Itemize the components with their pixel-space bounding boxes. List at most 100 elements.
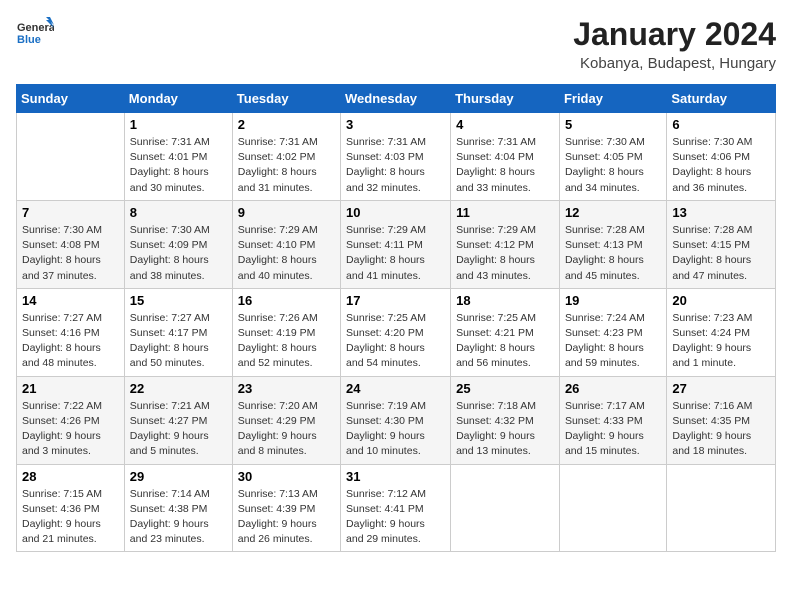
calendar-cell: 19 Sunrise: 7:24 AMSunset: 4:23 PMDayligh… bbox=[559, 288, 666, 376]
calendar-cell: 11 Sunrise: 7:29 AMSunset: 4:12 PMDayligh… bbox=[451, 200, 560, 288]
day-number: 29 bbox=[130, 469, 227, 484]
day-info: Sunrise: 7:24 AMSunset: 4:23 PMDaylight:… bbox=[565, 311, 661, 372]
calendar-cell: 21 Sunrise: 7:22 AMSunset: 4:26 PMDayligh… bbox=[17, 376, 125, 464]
day-number: 28 bbox=[22, 469, 119, 484]
calendar-cell: 31 Sunrise: 7:12 AMSunset: 4:41 PMDayligh… bbox=[341, 464, 451, 552]
day-info: Sunrise: 7:30 AMSunset: 4:08 PMDaylight:… bbox=[22, 223, 119, 284]
calendar-cell: 27 Sunrise: 7:16 AMSunset: 4:35 PMDayligh… bbox=[667, 376, 776, 464]
calendar-cell: 3 Sunrise: 7:31 AMSunset: 4:03 PMDaylight… bbox=[341, 113, 451, 201]
day-number: 15 bbox=[130, 293, 227, 308]
logo-icon: General Blue bbox=[16, 16, 54, 54]
column-header-friday: Friday bbox=[559, 85, 666, 113]
day-number: 31 bbox=[346, 469, 445, 484]
day-number: 11 bbox=[456, 205, 554, 220]
calendar-cell: 30 Sunrise: 7:13 AMSunset: 4:39 PMDayligh… bbox=[232, 464, 340, 552]
calendar-cell: 28 Sunrise: 7:15 AMSunset: 4:36 PMDayligh… bbox=[17, 464, 125, 552]
calendar-cell: 23 Sunrise: 7:20 AMSunset: 4:29 PMDayligh… bbox=[232, 376, 340, 464]
day-number: 5 bbox=[565, 117, 661, 132]
svg-text:Blue: Blue bbox=[17, 34, 41, 46]
calendar-table: SundayMondayTuesdayWednesdayThursdayFrid… bbox=[16, 84, 776, 552]
month-year-title: January 2024 bbox=[573, 16, 776, 53]
calendar-header-row: SundayMondayTuesdayWednesdayThursdayFrid… bbox=[17, 85, 776, 113]
day-info: Sunrise: 7:17 AMSunset: 4:33 PMDaylight:… bbox=[565, 399, 661, 460]
calendar-cell: 10 Sunrise: 7:29 AMSunset: 4:11 PMDayligh… bbox=[341, 200, 451, 288]
day-number: 12 bbox=[565, 205, 661, 220]
day-number: 30 bbox=[238, 469, 335, 484]
day-number: 27 bbox=[672, 381, 770, 396]
day-info: Sunrise: 7:31 AMSunset: 4:01 PMDaylight:… bbox=[130, 135, 227, 196]
calendar-cell bbox=[17, 113, 125, 201]
location-subtitle: Kobanya, Budapest, Hungary bbox=[573, 55, 776, 72]
calendar-cell: 14 Sunrise: 7:27 AMSunset: 4:16 PMDayligh… bbox=[17, 288, 125, 376]
calendar-cell: 22Sunrise: 7:21 AMSunset: 4:27 PMDayligh… bbox=[124, 376, 232, 464]
day-info: Sunrise: 7:20 AMSunset: 4:29 PMDaylight:… bbox=[238, 399, 335, 460]
day-info: Sunrise: 7:19 AMSunset: 4:30 PMDaylight:… bbox=[346, 399, 445, 460]
calendar-cell: 5Sunrise: 7:30 AMSunset: 4:05 PMDaylight… bbox=[559, 113, 666, 201]
title-area: January 2024 Kobanya, Budapest, Hungary bbox=[573, 16, 776, 72]
day-number: 10 bbox=[346, 205, 445, 220]
day-number: 13 bbox=[672, 205, 770, 220]
logo: General Blue bbox=[16, 16, 54, 54]
calendar-cell: 29 Sunrise: 7:14 AMSunset: 4:38 PMDayligh… bbox=[124, 464, 232, 552]
day-number: 3 bbox=[346, 117, 445, 132]
day-number: 20 bbox=[672, 293, 770, 308]
day-info: Sunrise: 7:13 AMSunset: 4:39 PMDaylight:… bbox=[238, 487, 335, 548]
day-info: Sunrise: 7:29 AMSunset: 4:10 PMDaylight:… bbox=[238, 223, 335, 284]
day-info: Sunrise: 7:28 AMSunset: 4:13 PMDaylight:… bbox=[565, 223, 661, 284]
day-info: Sunrise: 7:22 AMSunset: 4:26 PMDaylight:… bbox=[22, 399, 119, 460]
column-header-saturday: Saturday bbox=[667, 85, 776, 113]
day-info: Sunrise: 7:14 AMSunset: 4:38 PMDaylight:… bbox=[130, 487, 227, 548]
day-number: 8 bbox=[130, 205, 227, 220]
day-info: Sunrise: 7:29 AMSunset: 4:11 PMDaylight:… bbox=[346, 223, 445, 284]
calendar-cell: 26 Sunrise: 7:17 AMSunset: 4:33 PMDayligh… bbox=[559, 376, 666, 464]
day-number: 16 bbox=[238, 293, 335, 308]
calendar-cell: 8Sunrise: 7:30 AMSunset: 4:09 PMDaylight… bbox=[124, 200, 232, 288]
day-number: 21 bbox=[22, 381, 119, 396]
day-number: 23 bbox=[238, 381, 335, 396]
day-number: 18 bbox=[456, 293, 554, 308]
column-header-thursday: Thursday bbox=[451, 85, 560, 113]
day-number: 14 bbox=[22, 293, 119, 308]
calendar-cell: 24Sunrise: 7:19 AMSunset: 4:30 PMDayligh… bbox=[341, 376, 451, 464]
calendar-week-4: 21 Sunrise: 7:22 AMSunset: 4:26 PMDayligh… bbox=[17, 376, 776, 464]
day-info: Sunrise: 7:28 AMSunset: 4:15 PMDaylight:… bbox=[672, 223, 770, 284]
day-info: Sunrise: 7:12 AMSunset: 4:41 PMDaylight:… bbox=[346, 487, 445, 548]
column-header-monday: Monday bbox=[124, 85, 232, 113]
calendar-week-1: 1 Sunrise: 7:31 AMSunset: 4:01 PMDaylight… bbox=[17, 113, 776, 201]
day-info: Sunrise: 7:23 AMSunset: 4:24 PMDaylight:… bbox=[672, 311, 770, 372]
day-number: 2 bbox=[238, 117, 335, 132]
calendar-week-2: 7Sunrise: 7:30 AMSunset: 4:08 PMDaylight… bbox=[17, 200, 776, 288]
day-info: Sunrise: 7:16 AMSunset: 4:35 PMDaylight:… bbox=[672, 399, 770, 460]
day-info: Sunrise: 7:26 AMSunset: 4:19 PMDaylight:… bbox=[238, 311, 335, 372]
calendar-cell: 16 Sunrise: 7:26 AMSunset: 4:19 PMDayligh… bbox=[232, 288, 340, 376]
calendar-cell bbox=[559, 464, 666, 552]
column-header-wednesday: Wednesday bbox=[341, 85, 451, 113]
day-info: Sunrise: 7:21 AMSunset: 4:27 PMDaylight:… bbox=[130, 399, 227, 460]
calendar-cell bbox=[451, 464, 560, 552]
day-number: 4 bbox=[456, 117, 554, 132]
day-number: 19 bbox=[565, 293, 661, 308]
day-number: 25 bbox=[456, 381, 554, 396]
calendar-cell: 4 Sunrise: 7:31 AMSunset: 4:04 PMDaylight… bbox=[451, 113, 560, 201]
logo-mark: General Blue bbox=[16, 16, 54, 54]
day-info: Sunrise: 7:27 AMSunset: 4:17 PMDaylight:… bbox=[130, 311, 227, 372]
calendar-cell bbox=[667, 464, 776, 552]
day-info: Sunrise: 7:27 AMSunset: 4:16 PMDaylight:… bbox=[22, 311, 119, 372]
day-number: 6 bbox=[672, 117, 770, 132]
day-info: Sunrise: 7:29 AMSunset: 4:12 PMDaylight:… bbox=[456, 223, 554, 284]
day-info: Sunrise: 7:15 AMSunset: 4:36 PMDaylight:… bbox=[22, 487, 119, 548]
calendar-week-3: 14 Sunrise: 7:27 AMSunset: 4:16 PMDayligh… bbox=[17, 288, 776, 376]
day-info: Sunrise: 7:30 AMSunset: 4:06 PMDaylight:… bbox=[672, 135, 770, 196]
day-number: 1 bbox=[130, 117, 227, 132]
calendar-cell: 18Sunrise: 7:25 AMSunset: 4:21 PMDayligh… bbox=[451, 288, 560, 376]
day-info: Sunrise: 7:25 AMSunset: 4:20 PMDaylight:… bbox=[346, 311, 445, 372]
calendar-cell: 7Sunrise: 7:30 AMSunset: 4:08 PMDaylight… bbox=[17, 200, 125, 288]
day-info: Sunrise: 7:31 AMSunset: 4:03 PMDaylight:… bbox=[346, 135, 445, 196]
day-number: 26 bbox=[565, 381, 661, 396]
calendar-cell: 2Sunrise: 7:31 AMSunset: 4:02 PMDaylight… bbox=[232, 113, 340, 201]
calendar-cell: 9Sunrise: 7:29 AMSunset: 4:10 PMDaylight… bbox=[232, 200, 340, 288]
day-info: Sunrise: 7:31 AMSunset: 4:04 PMDaylight:… bbox=[456, 135, 554, 196]
column-header-tuesday: Tuesday bbox=[232, 85, 340, 113]
calendar-cell: 1 Sunrise: 7:31 AMSunset: 4:01 PMDaylight… bbox=[124, 113, 232, 201]
day-number: 17 bbox=[346, 293, 445, 308]
